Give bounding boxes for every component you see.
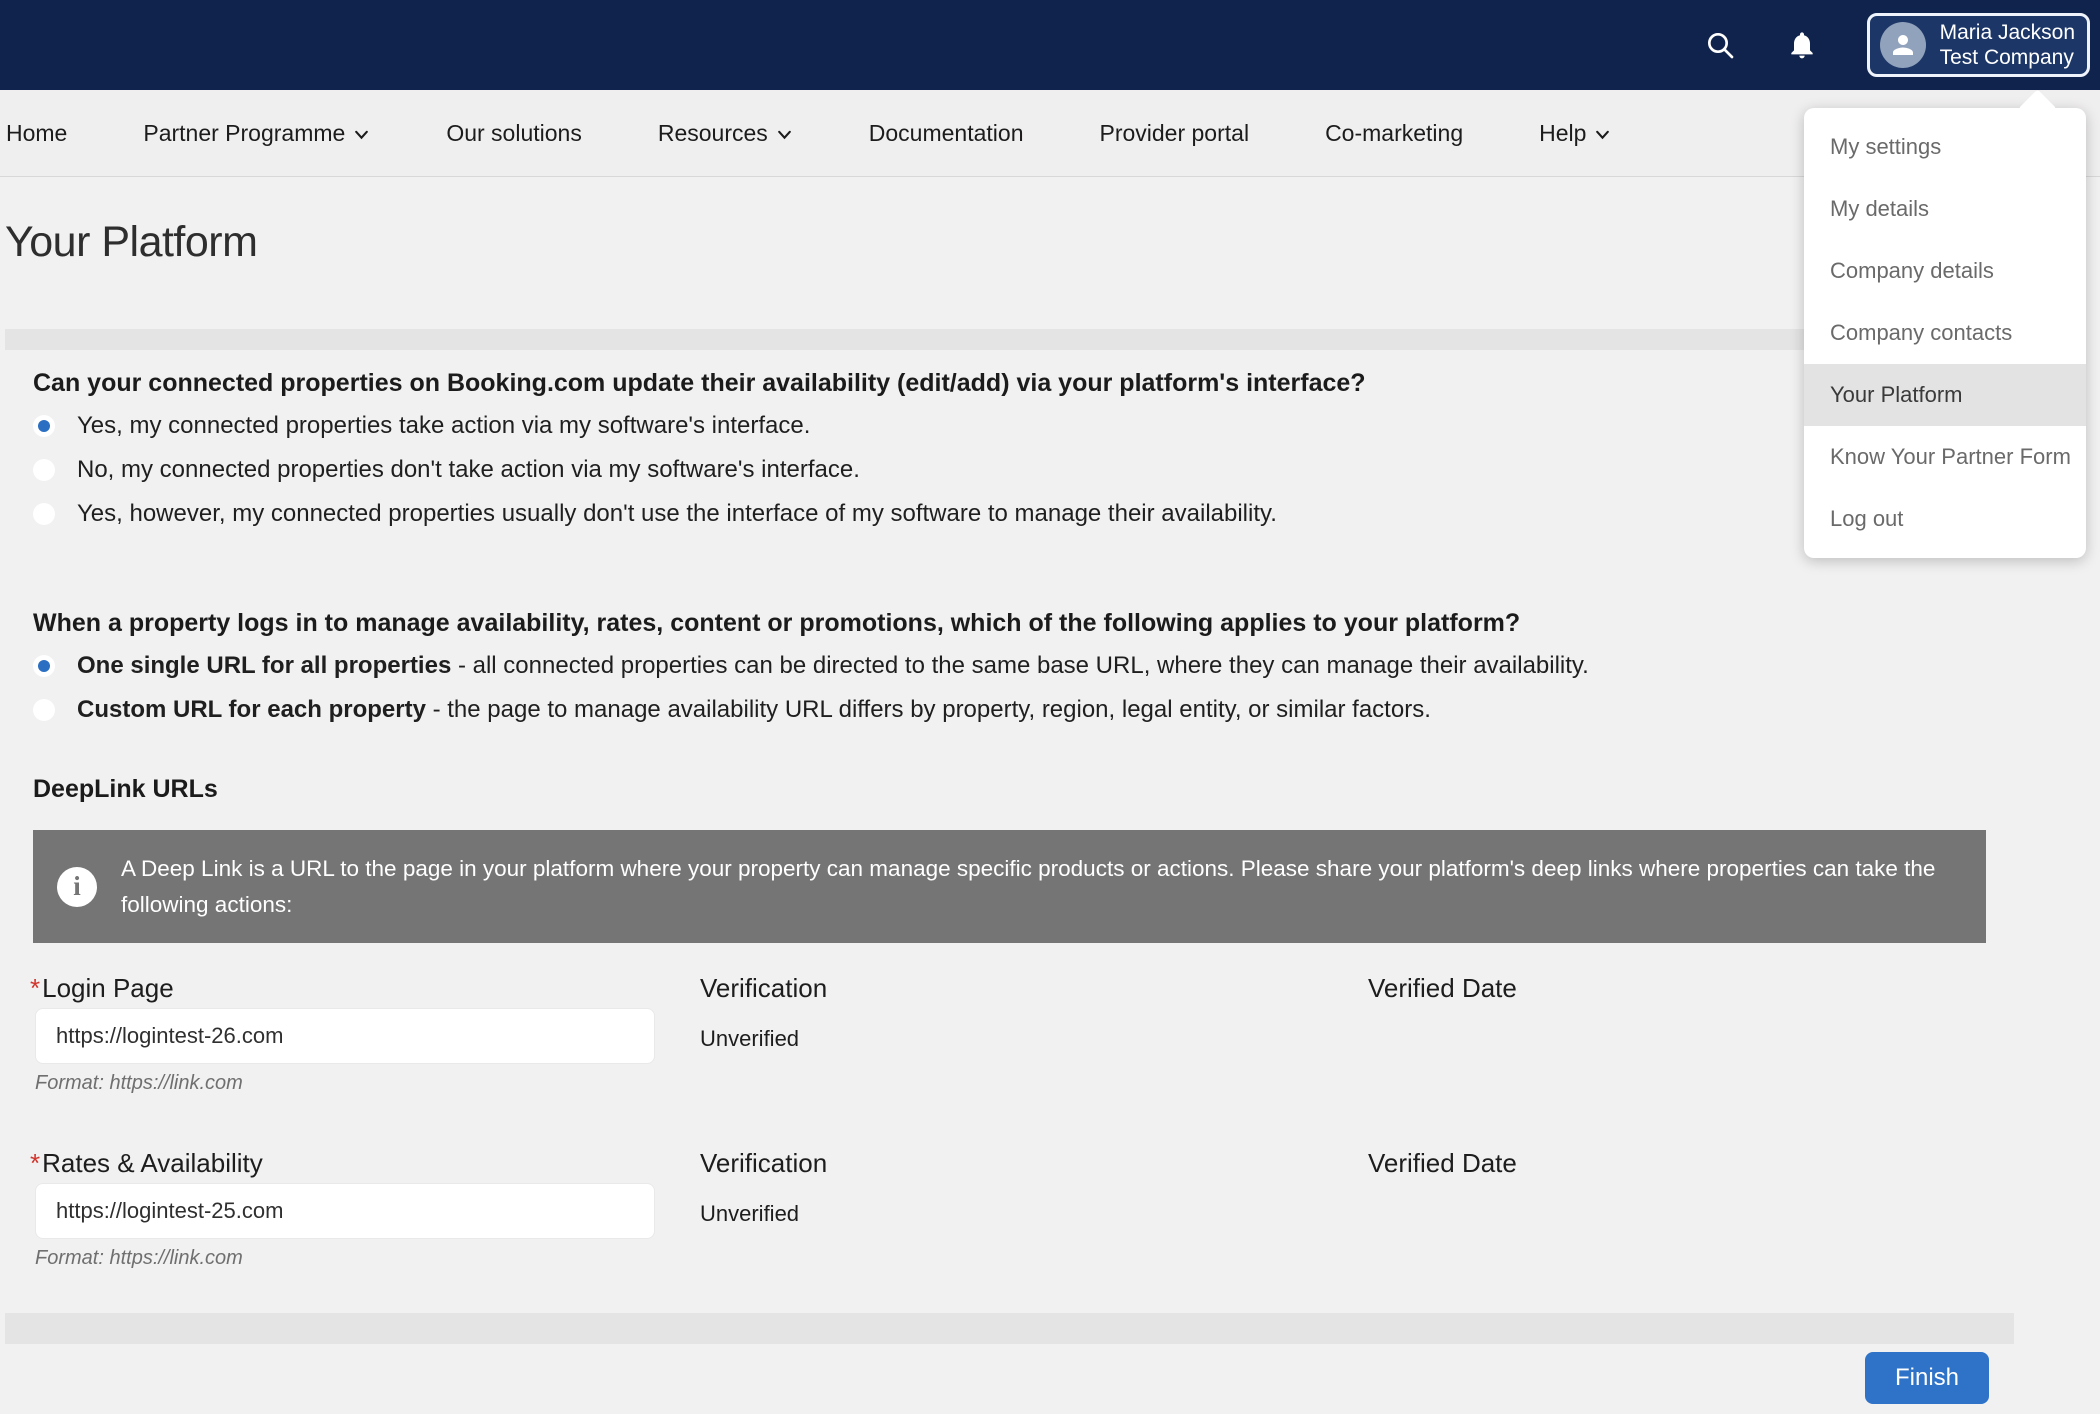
format-hint: Format: https://link.com <box>35 1072 243 1095</box>
info-icon: i <box>57 867 97 907</box>
nav-item-our-solutions[interactable]: Our solutions <box>446 120 582 147</box>
radio-button[interactable] <box>33 699 55 721</box>
radio-option-custom-url[interactable]: Custom URL for each property - the page … <box>33 694 2013 726</box>
nav-item-co-marketing[interactable]: Co-marketing <box>1325 120 1463 147</box>
your-platform-page: Maria Jackson Test Company Home Partner … <box>0 0 2100 1414</box>
divider-band-bottom <box>5 1313 2014 1344</box>
question-text: When a property logs in to manage availa… <box>33 608 2013 638</box>
deeplink-urls-heading: DeepLink URLs <box>33 775 218 804</box>
page-title: Your Platform <box>5 218 257 267</box>
divider-band-top <box>5 329 2014 350</box>
chevron-down-icon <box>776 126 793 143</box>
radio-button[interactable] <box>33 459 55 481</box>
menu-item-my-settings[interactable]: My settings <box>1804 116 2086 178</box>
header-actions: Maria Jackson Test Company <box>1703 0 2090 90</box>
field-label: *Rates & Availability <box>30 1148 263 1179</box>
notifications-bell-icon[interactable] <box>1785 28 1819 62</box>
chevron-down-icon <box>1594 126 1611 143</box>
search-icon[interactable] <box>1703 28 1737 62</box>
user-name: Maria Jackson <box>1940 20 2075 45</box>
required-asterisk: * <box>30 973 40 1003</box>
radio-option-yes-however[interactable]: Yes, however, my connected properties us… <box>33 498 2013 530</box>
menu-item-your-platform[interactable]: Your Platform <box>1804 364 2086 426</box>
radio-button-selected[interactable] <box>33 415 55 437</box>
verification-status: Unverified <box>700 1201 799 1227</box>
format-hint: Format: https://link.com <box>35 1247 243 1270</box>
radio-button[interactable] <box>33 503 55 525</box>
required-asterisk: * <box>30 1148 40 1178</box>
user-identity: Maria Jackson Test Company <box>1940 20 2075 70</box>
user-company: Test Company <box>1940 45 2075 70</box>
person-icon <box>1888 30 1918 60</box>
finish-button[interactable]: Finish <box>1865 1352 1989 1404</box>
verification-column-header: Verification <box>700 973 827 1004</box>
menu-item-company-contacts[interactable]: Company contacts <box>1804 302 2086 364</box>
nav-item-provider-portal[interactable]: Provider portal <box>1099 120 1249 147</box>
menu-item-company-details[interactable]: Company details <box>1804 240 2086 302</box>
question-text: Can your connected properties on Booking… <box>33 368 2013 398</box>
radio-option-yes-interface[interactable]: Yes, my connected properties take action… <box>33 410 2013 442</box>
menu-item-know-your-partner-form[interactable]: Know Your Partner Form <box>1804 426 2086 488</box>
verification-column-header: Verification <box>700 1148 827 1179</box>
user-account-button[interactable]: Maria Jackson Test Company <box>1867 13 2090 77</box>
question-platform-url: When a property logs in to manage availa… <box>33 608 2013 726</box>
main-navigation: Home Partner Programme Our solutions Res… <box>0 90 2100 177</box>
radio-option-no-interface[interactable]: No, my connected properties don't take a… <box>33 454 2013 486</box>
top-header-bar: Maria Jackson Test Company <box>0 0 2100 90</box>
question-interface-availability: Can your connected properties on Booking… <box>33 368 2013 530</box>
chevron-down-icon <box>353 126 370 143</box>
avatar <box>1880 22 1926 68</box>
nav-item-help[interactable]: Help <box>1539 120 1611 147</box>
verified-date-column-header: Verified Date <box>1368 1148 1517 1179</box>
menu-item-my-details[interactable]: My details <box>1804 178 2086 240</box>
radio-button-selected[interactable] <box>33 655 55 677</box>
field-label: *Login Page <box>30 973 174 1004</box>
radio-option-single-url[interactable]: One single URL for all properties - all … <box>33 650 2013 682</box>
verified-date-column-header: Verified Date <box>1368 973 1517 1004</box>
field-row-login-page: *Login Page Format: https://link.com Ver… <box>0 973 2100 1103</box>
field-row-rates-availability: *Rates & Availability Format: https://li… <box>0 1148 2100 1278</box>
nav-item-documentation[interactable]: Documentation <box>869 120 1024 147</box>
info-banner-text: A Deep Link is a URL to the page in your… <box>121 851 1950 923</box>
nav-item-resources[interactable]: Resources <box>658 120 793 147</box>
deeplink-info-banner: i A Deep Link is a URL to the page in yo… <box>33 830 1986 943</box>
nav-item-home[interactable]: Home <box>6 120 67 147</box>
rates-availability-url-input[interactable] <box>35 1183 655 1239</box>
login-page-url-input[interactable] <box>35 1008 655 1064</box>
verification-status: Unverified <box>700 1026 799 1052</box>
nav-item-partner-programme[interactable]: Partner Programme <box>143 120 370 147</box>
user-account-dropdown: My settings My details Company details C… <box>1804 108 2086 558</box>
menu-item-log-out[interactable]: Log out <box>1804 488 2086 550</box>
